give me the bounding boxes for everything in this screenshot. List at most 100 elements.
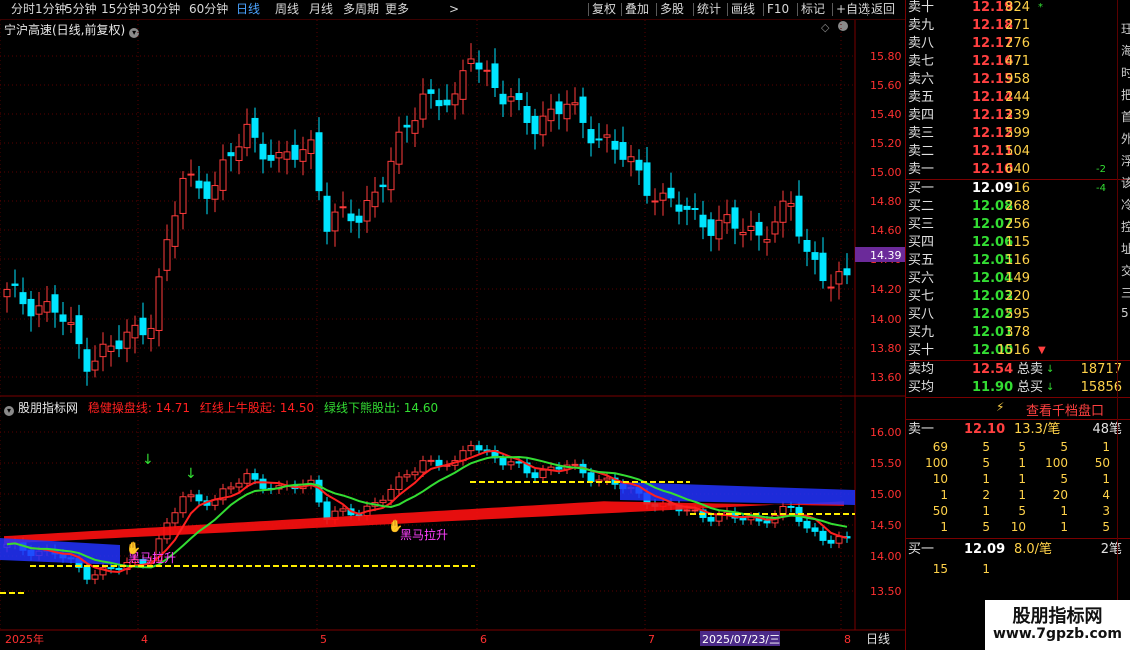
queue-cell: 3: [1102, 504, 1110, 518]
candle-body: [795, 195, 803, 237]
bid-mark: ▼: [1038, 345, 1046, 356]
candle-body: [835, 536, 843, 544]
candle-body: [379, 499, 387, 504]
queue-cell: 5: [1018, 440, 1026, 454]
candle-body: [555, 101, 563, 115]
ask-row: 卖四 12.13 239: [906, 107, 1130, 125]
candle-body: [547, 108, 555, 122]
candle-body: [435, 459, 443, 467]
candle-body: [763, 520, 771, 524]
candle-body: [243, 123, 251, 149]
y-tick-label: 15.50: [870, 457, 902, 470]
candle-body: [699, 214, 707, 228]
candle-body: [427, 459, 435, 462]
avg-buy-arrow-icon: ↓: [1046, 382, 1055, 393]
candle-body: [307, 139, 315, 155]
candle-body: [355, 215, 363, 223]
ask-label: 卖一: [908, 162, 935, 177]
candle-body: [155, 276, 163, 331]
edge-char: 首: [1121, 110, 1130, 124]
candle-body: [555, 466, 563, 470]
bid-row: 买七 12.03 220: [906, 288, 1130, 306]
bid-volume: 1516: [996, 343, 1030, 358]
candle-body: [251, 473, 259, 480]
watermark: 股朋指标网 www.7gpzb.com: [985, 600, 1130, 650]
bid-volume: 378: [1005, 325, 1030, 340]
queue-cell: 100: [1045, 456, 1068, 470]
bid-label: 买一: [908, 181, 935, 196]
candle-body: [243, 473, 251, 484]
candle-body: [347, 213, 355, 222]
candle-body: [803, 520, 811, 529]
candle-body: [91, 574, 99, 580]
queue-cell: 50: [932, 504, 948, 518]
watermark-url: www.7gpzb.com: [992, 626, 1122, 642]
candle-body: [11, 283, 19, 286]
bid-volume: 268: [1005, 199, 1030, 214]
divider: [906, 538, 1130, 539]
y-tick-label: 13.80: [870, 342, 902, 355]
candle-body: [427, 89, 435, 94]
avg-buy-price: 11.90: [972, 380, 1014, 395]
ask-label: 卖七: [908, 54, 935, 69]
ask-label: 卖六: [908, 72, 935, 87]
ask-volume: 239: [1005, 108, 1030, 123]
view-depth-button[interactable]: 查看千档盘口: [1026, 400, 1104, 419]
bid-volume: 16: [1013, 181, 1030, 196]
queue-cell: 5: [982, 456, 990, 470]
candle-body: [83, 349, 91, 372]
candle-body: [203, 181, 211, 199]
candle-body: [779, 200, 787, 223]
y-tick-label: 16.00: [870, 426, 902, 439]
kline-chart[interactable]: 15.8015.6015.4015.2015.0014.8014.6014.40…: [0, 0, 905, 650]
candle-body: [259, 478, 267, 489]
y-tick-label: 14.00: [870, 550, 902, 563]
candle-body: [275, 152, 283, 159]
ask-label: 卖十: [908, 0, 935, 15]
queue-buy1-price: 12.09: [964, 542, 1006, 557]
candle-body: [363, 200, 371, 222]
queue-cell: 1: [982, 472, 990, 486]
candle-body: [115, 340, 123, 350]
candle-body: [27, 298, 35, 317]
candle-body: [67, 322, 75, 325]
candle-body: [75, 315, 83, 345]
queue-cell: 2: [982, 488, 990, 502]
edge-char: 交: [1121, 264, 1130, 278]
ask-row: 卖九 12.18 271: [906, 17, 1130, 35]
bid-volume: 149: [1005, 271, 1030, 286]
ask-volume: 271: [1005, 18, 1030, 33]
candle-body: [707, 219, 715, 236]
queue-cell: 69: [932, 440, 948, 454]
candle-body: [827, 286, 835, 289]
candle-body: [675, 204, 683, 212]
candle-body: [35, 305, 43, 315]
candle-body: [419, 460, 427, 473]
candle-body: [331, 211, 339, 232]
queue-cell: 5: [982, 520, 990, 534]
ask-volume: 958: [1005, 72, 1030, 87]
orderbook-panel: 卖十 12.19 824 * 卖九 12.18 271 卖八 12.17 276 卖七 12.16 47…: [905, 0, 1130, 650]
candle-body: [483, 69, 491, 72]
bid-row: 买四 12.06 115: [906, 234, 1130, 252]
bid-label: 买九: [908, 325, 935, 340]
queue-cell: 1: [1102, 472, 1110, 486]
ask-volume: 244: [1005, 90, 1030, 105]
bid-volume: 595: [1005, 307, 1030, 322]
candle-body: [739, 517, 747, 521]
y-tick-label: 14.50: [870, 519, 902, 532]
cursor-date: 2025/07/23/三: [702, 633, 780, 646]
candle-body: [379, 184, 387, 188]
queue-cell: 5: [1102, 520, 1110, 534]
bid-label: 买六: [908, 271, 935, 286]
candle-body: [475, 445, 483, 451]
ask-row: 卖七 12.16 471: [906, 53, 1130, 71]
candle-body: [715, 219, 723, 240]
candle-body: [651, 200, 659, 203]
y-tick-label: 14.00: [870, 313, 902, 326]
candle-body: [299, 149, 307, 162]
candle-body: [195, 494, 203, 502]
candle-body: [443, 99, 451, 106]
candle-body: [811, 252, 819, 260]
queue-cell: 15: [932, 562, 948, 576]
